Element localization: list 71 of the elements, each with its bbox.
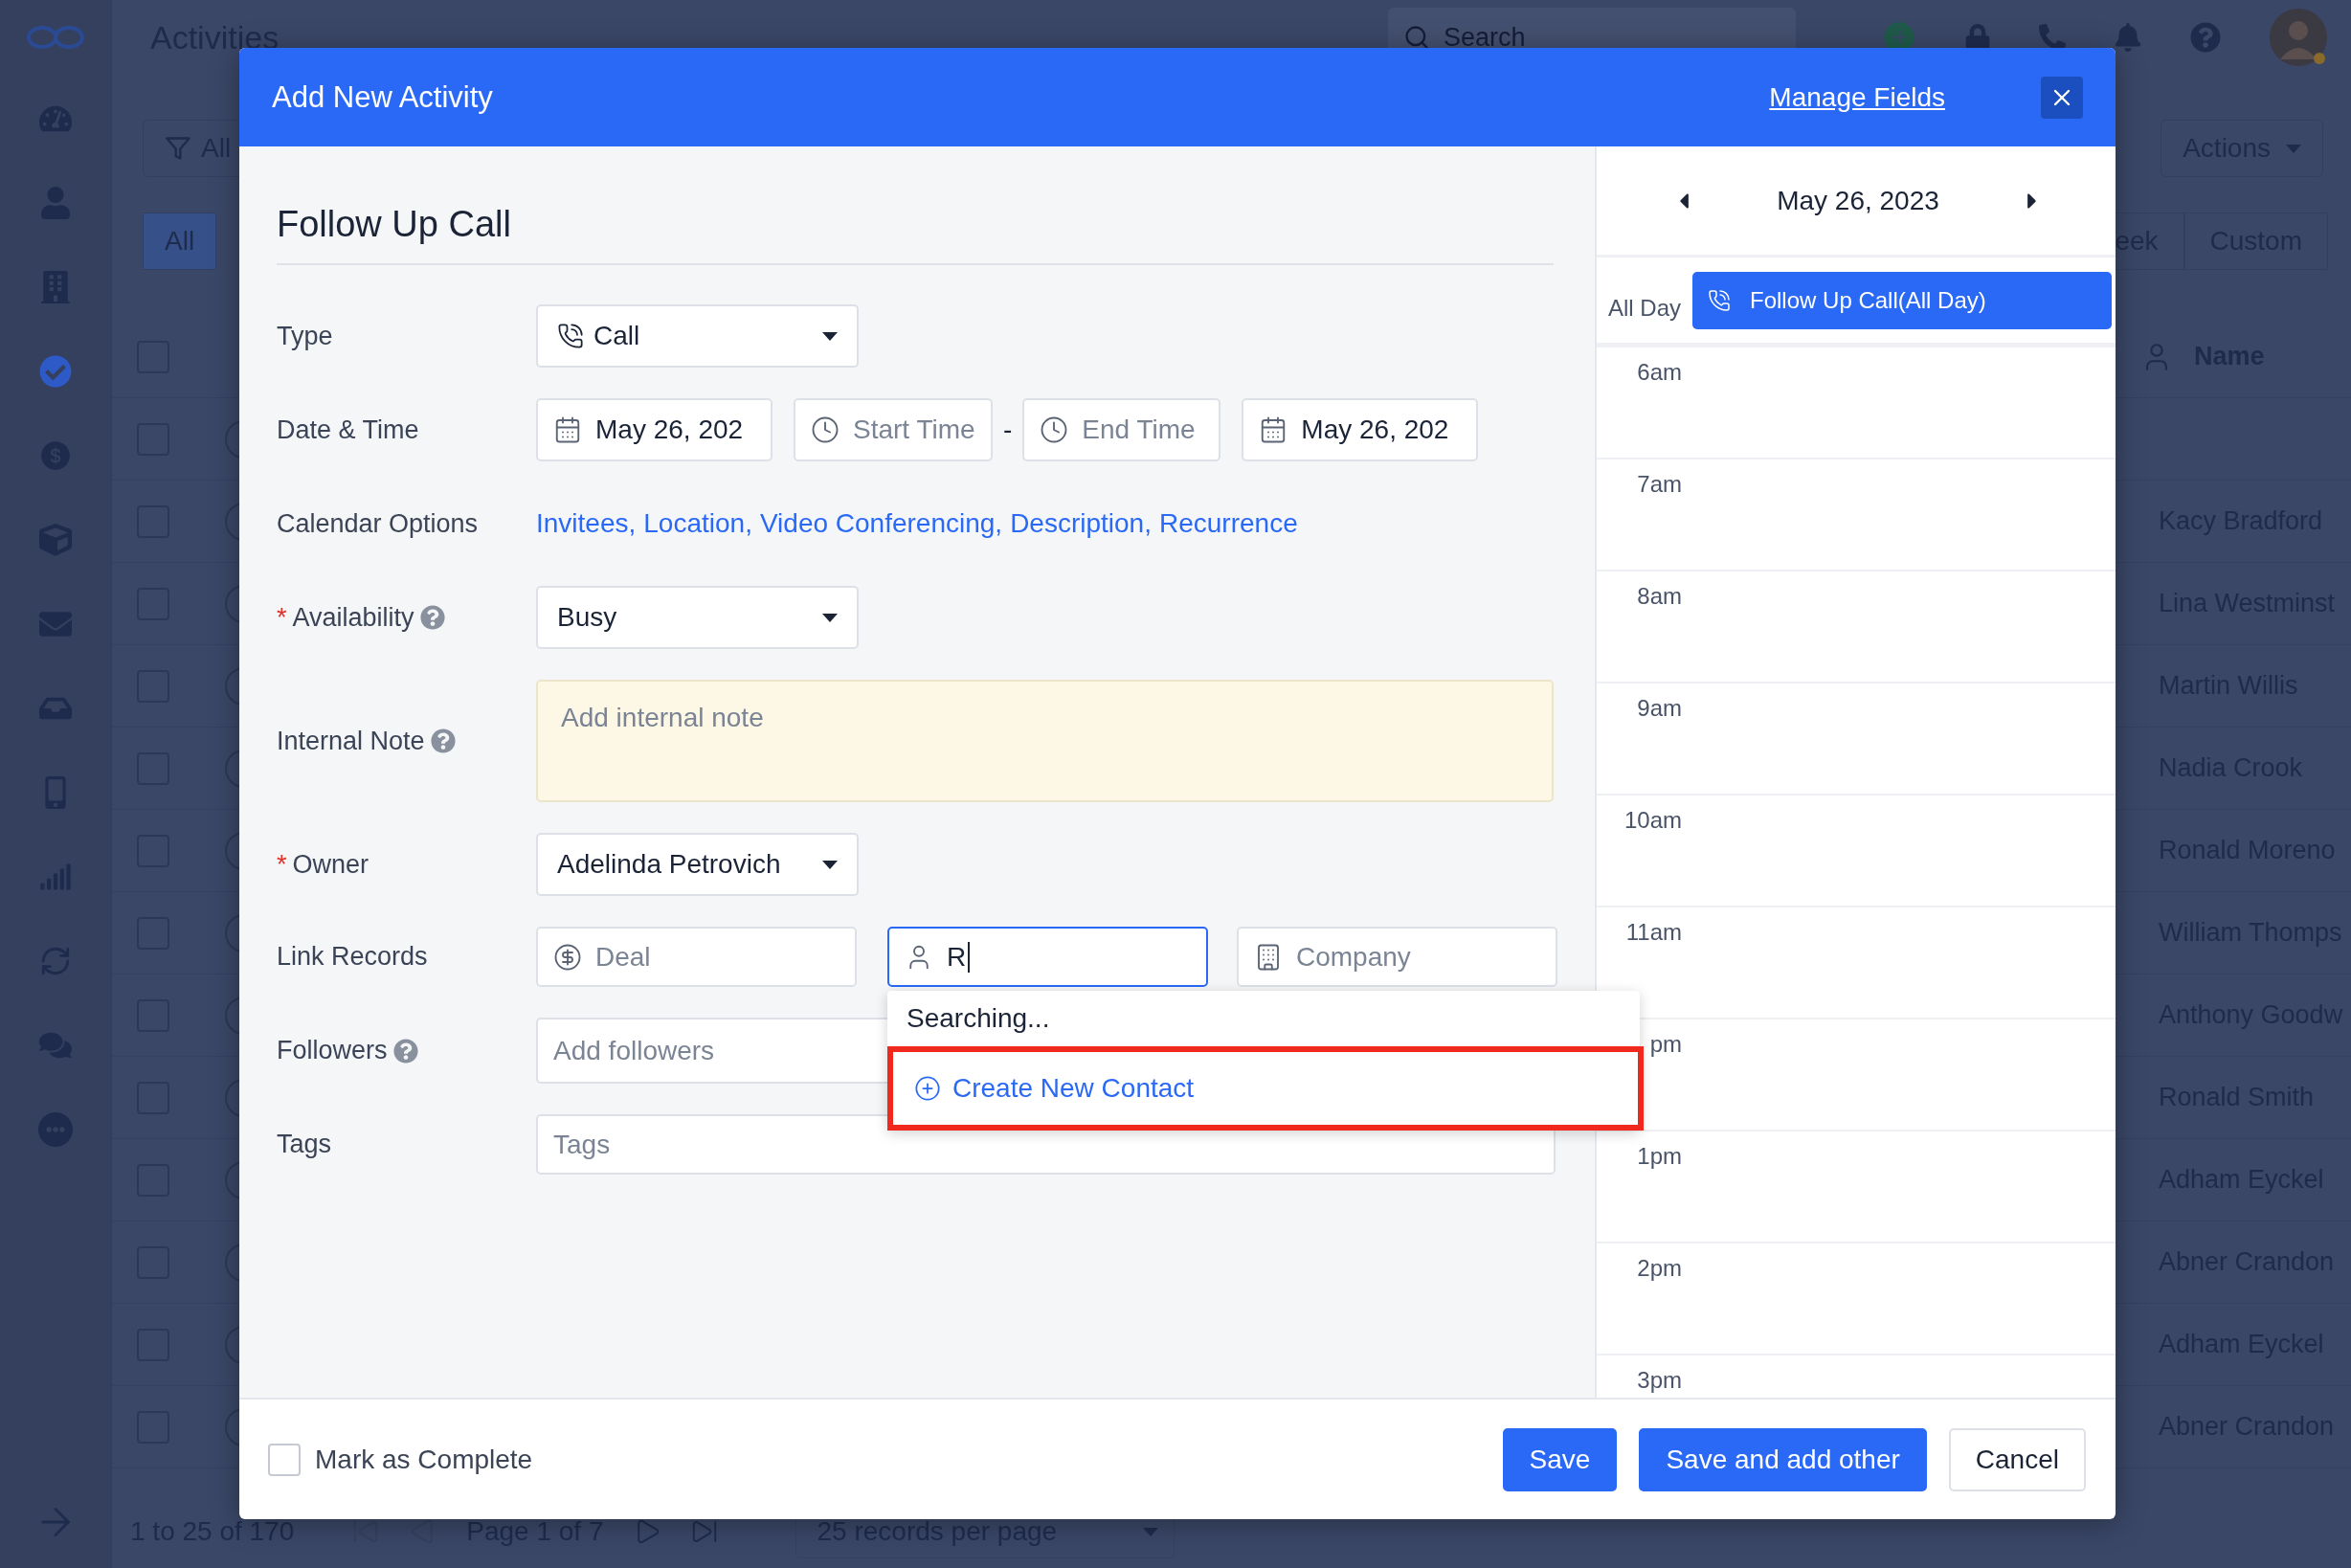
deal-field[interactable]: Deal bbox=[536, 927, 857, 987]
help-icon[interactable] bbox=[392, 1038, 418, 1064]
hour-label: 11am bbox=[1624, 919, 1682, 946]
field-label: Internal Note bbox=[277, 726, 425, 756]
option-link[interactable]: Invitees, bbox=[536, 508, 637, 539]
note-field[interactable]: Add internal note bbox=[536, 680, 1554, 802]
check-icon[interactable] bbox=[39, 355, 72, 388]
owner-select[interactable]: Adelinda Petrovich bbox=[536, 833, 859, 896]
cancel-button[interactable]: Cancel bbox=[1948, 1427, 2086, 1491]
caret-icon bbox=[1142, 1527, 1158, 1536]
manage-fields-link[interactable]: Manage Fields bbox=[1769, 81, 1945, 113]
range-separator: - bbox=[1003, 414, 1013, 445]
required-mark: * bbox=[277, 849, 287, 880]
phone-icon bbox=[1708, 288, 1732, 312]
hour-label: 8am bbox=[1636, 583, 1682, 610]
primary-button[interactable]: Save bbox=[1502, 1427, 1618, 1491]
option-link[interactable]: Recurrence bbox=[1159, 508, 1298, 539]
caret-icon bbox=[822, 613, 838, 622]
hour-label: 1pm bbox=[1636, 1143, 1682, 1170]
activity-heading: Follow Up Call bbox=[277, 146, 1554, 265]
calendar-icon bbox=[553, 415, 582, 444]
search-status: Searching... bbox=[906, 1002, 1051, 1035]
field-label: Link Records bbox=[277, 942, 428, 972]
close-button[interactable] bbox=[2041, 76, 2083, 119]
help-icon[interactable] bbox=[419, 605, 445, 630]
hour-label: 9am bbox=[1636, 695, 1682, 722]
caret-icon bbox=[822, 331, 838, 341]
option-link[interactable]: Description, bbox=[1010, 508, 1152, 539]
date-field[interactable]: May 26, 202 bbox=[1242, 398, 1479, 461]
text-cursor bbox=[968, 941, 971, 973]
field-label: Tags bbox=[277, 1130, 332, 1159]
caret-icon bbox=[822, 860, 838, 869]
help-icon[interactable] bbox=[430, 728, 456, 753]
time-field[interactable]: Start Time bbox=[794, 398, 993, 461]
company-field[interactable]: Company bbox=[1237, 927, 1557, 987]
field-label: Owner bbox=[292, 849, 369, 880]
filter-icon bbox=[165, 135, 191, 162]
caret-icon bbox=[2286, 144, 2301, 153]
primary-button[interactable]: Save and add other bbox=[1639, 1427, 1927, 1491]
hour-label: pm bbox=[1648, 1031, 1682, 1058]
field-label: Type bbox=[277, 321, 333, 351]
clock-icon bbox=[1040, 415, 1069, 444]
option-link[interactable]: Video Conferencing, bbox=[759, 508, 1003, 539]
field-label: Availability bbox=[292, 602, 414, 633]
hour-label: 7am bbox=[1636, 471, 1682, 498]
hour-label: 2pm bbox=[1636, 1255, 1682, 1282]
field-label: Date & Time bbox=[277, 414, 419, 445]
hour-label: 6am bbox=[1636, 359, 1682, 386]
time-field[interactable]: End Time bbox=[1022, 398, 1221, 461]
avatar[interactable] bbox=[2269, 8, 2328, 67]
phone-icon bbox=[557, 323, 584, 349]
required-mark: * bbox=[277, 602, 287, 633]
hour-label: 3pm bbox=[1636, 1367, 1682, 1394]
dollar-icon bbox=[553, 942, 582, 972]
help-icon[interactable] bbox=[2190, 22, 2221, 53]
field-label: Followers bbox=[277, 1036, 388, 1065]
availability-select[interactable]: Busy bbox=[536, 586, 859, 649]
calendar-event[interactable]: Follow Up Call(All Day) bbox=[1692, 271, 2112, 329]
search-icon bbox=[1403, 24, 1430, 51]
checkbox-label: Mark as Complete bbox=[315, 1444, 533, 1475]
option-link[interactable]: Location, bbox=[643, 508, 752, 539]
type-select[interactable]: Call bbox=[536, 304, 859, 368]
date-field[interactable]: May 26, 202 bbox=[536, 398, 772, 461]
calendar-date: May 26, 2023 bbox=[1777, 185, 1939, 216]
hour-label: 10am bbox=[1623, 807, 1682, 834]
field-label: Calendar Options bbox=[277, 508, 479, 539]
dialog-title: Add New Activity bbox=[272, 79, 493, 115]
all-day-label: All Day bbox=[1608, 295, 1682, 322]
clock-icon bbox=[811, 415, 840, 444]
plus-icon bbox=[914, 1075, 941, 1102]
bell-icon[interactable] bbox=[2114, 23, 2142, 52]
